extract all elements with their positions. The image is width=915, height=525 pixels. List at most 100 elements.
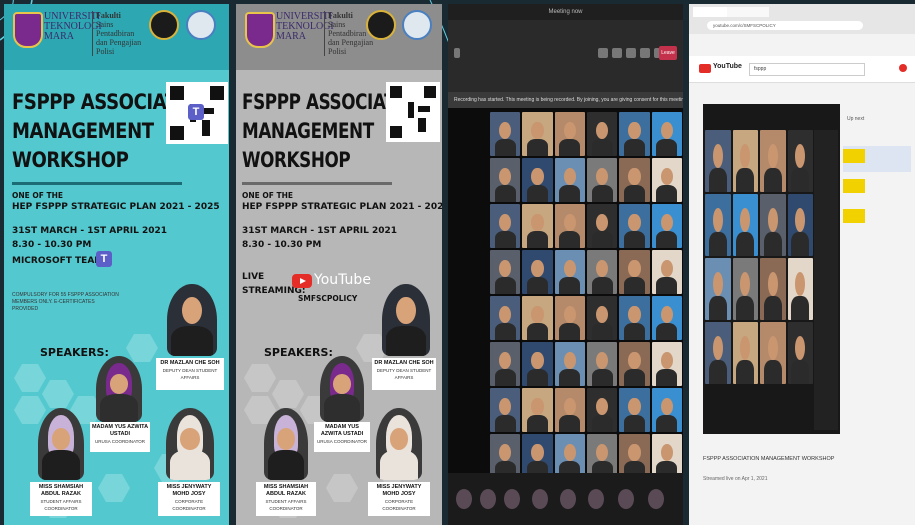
participant-video-tile (705, 258, 731, 320)
recording-notice: Recording has started. This meeting is b… (448, 92, 683, 108)
chevron-left-icon[interactable] (454, 48, 460, 58)
participant-video-tile (490, 296, 521, 340)
participant-video-tile (651, 112, 682, 156)
faculty-seal-icon (149, 10, 179, 40)
camera-icon[interactable] (626, 48, 636, 58)
list-item[interactable] (843, 146, 911, 172)
speaker-caption: MISS JENYWATY MOHD JOSY CORPORATE COORDIN… (158, 482, 220, 516)
participant-video-tile (760, 130, 786, 192)
divider (242, 182, 392, 185)
video-title: FSPPP ASSOCIATION MANAGEMENT WORKSHOP (703, 456, 835, 462)
participant-video-tile (651, 250, 682, 294)
participant-video-tile (587, 112, 618, 156)
search-input[interactable]: fsppp (749, 63, 865, 76)
uitm-crest-icon (13, 12, 43, 48)
speaker-photo (320, 356, 364, 422)
leave-button[interactable]: Leave (659, 46, 677, 60)
participant-video-tile (619, 112, 650, 156)
browser-chrome: youtube.com/c/SMFSCPOLICY (689, 4, 915, 34)
participant-video-tile (651, 342, 682, 386)
speaker-photo (166, 408, 214, 480)
speaker-photo (382, 284, 430, 356)
speaker-caption: DR MAZLAN CHE SOH DEPUTY DEAN STUDENT AFF… (372, 358, 436, 390)
speaker-caption: MADAM YUS AZWITA USTADI URUSA COORDINATOR (314, 422, 370, 452)
participant-video-tile (787, 258, 813, 320)
one-of-the-label: ONE OF THE (242, 191, 294, 200)
participant-video-tile (705, 322, 731, 384)
participant-video-tile (554, 250, 585, 294)
speakers-heading: SPEAKERS: (264, 346, 333, 359)
participant-video-tile (522, 296, 553, 340)
speaker-photo (96, 356, 142, 422)
participant-video-tile (651, 158, 682, 202)
meeting-toolbar: Leave (448, 20, 683, 92)
event-time: 8.30 - 10.30 PM (242, 240, 322, 250)
browser-tab[interactable] (693, 7, 731, 17)
participant-video-tile (554, 204, 585, 248)
participant-video-tile (522, 158, 553, 202)
participant-video-tile (619, 388, 650, 432)
video-player[interactable] (703, 104, 840, 434)
speaker-photo (167, 284, 217, 356)
participant-video-tile (490, 434, 521, 478)
participant-video-tile (619, 250, 650, 294)
list-item[interactable] (843, 206, 911, 232)
participant-video-tile (587, 434, 618, 478)
avatar[interactable] (899, 64, 907, 72)
browser-tab[interactable] (727, 7, 769, 17)
participant-video-tile (522, 342, 553, 386)
participant-video-tile (490, 250, 521, 294)
list-item[interactable] (843, 176, 911, 202)
participant-video-tile (732, 258, 758, 320)
participant-strip (448, 473, 683, 525)
faculty-seal-icon (366, 10, 396, 40)
participant-video-tile (651, 388, 682, 432)
teams-logo-icon: T (188, 104, 204, 120)
participant-video-tile (554, 434, 585, 478)
participant-video-tile (490, 112, 521, 156)
youtube-channel: SMFSCPOLICY (298, 294, 358, 303)
participant-video-tile (490, 158, 521, 202)
people-icon[interactable] (598, 48, 608, 58)
participant-video-tile (732, 194, 758, 256)
event-dates: 31ST MARCH - 1ST APRIL 2021 (242, 226, 398, 236)
attendance-note: COMPULSORY FOR 55 FSPPP ASSOCIATION MEMB… (12, 292, 119, 312)
participant-video-tile (619, 342, 650, 386)
participant-video-tile (522, 434, 553, 478)
video-grid (490, 112, 682, 478)
microphone-icon[interactable] (640, 48, 650, 58)
speaker-photo (376, 408, 422, 480)
participant-video-tile (587, 158, 618, 202)
poster-teams: UNIVERSITI TEKNOLOGI MARA Fakulti Sains … (4, 4, 229, 525)
youtube-wordmark: YouTube (713, 63, 742, 70)
teams-logo-icon: T (96, 251, 112, 267)
event-platform: MICROSOFT TEAM (12, 256, 104, 266)
participant-video-tile (490, 204, 521, 248)
teams-meeting-window: Meeting now Leave Recording has started.… (448, 4, 683, 525)
address-bar[interactable]: youtube.com/c/SMFSCPOLICY (707, 21, 863, 30)
participant-video-tile (587, 342, 618, 386)
recommendations (843, 146, 911, 236)
participant-video-tile (787, 322, 813, 384)
youtube-logo-icon[interactable] (699, 64, 711, 73)
participant-video-tile (490, 342, 521, 386)
video-sidebar (814, 130, 838, 430)
strategic-plan: HEP FSPPP STRATEGIC PLAN 2021 - 2025 (12, 202, 220, 212)
participant-video-tile (760, 258, 786, 320)
participant-video-tile (619, 434, 650, 478)
participant-video-tile (787, 194, 813, 256)
participant-video-tile (522, 388, 553, 432)
speakers-heading: SPEAKERS: (40, 346, 109, 359)
one-of-the-label: ONE OF THE (12, 191, 64, 200)
youtube-wordmark: YouTube (314, 272, 371, 288)
participant-video-tile (554, 158, 585, 202)
participant-video-tile (554, 388, 585, 432)
strategic-plan: HEP FSPPP STRATEGIC PLAN 2021 - 2025 (242, 202, 442, 212)
participant-video-tile (554, 296, 585, 340)
chat-icon[interactable] (612, 48, 622, 58)
participant-video-tile (760, 194, 786, 256)
participant-video-tile (651, 204, 682, 248)
window-title: Meeting now (448, 4, 683, 20)
up-next-label: Up next (847, 116, 865, 122)
participant-video-tile (587, 250, 618, 294)
